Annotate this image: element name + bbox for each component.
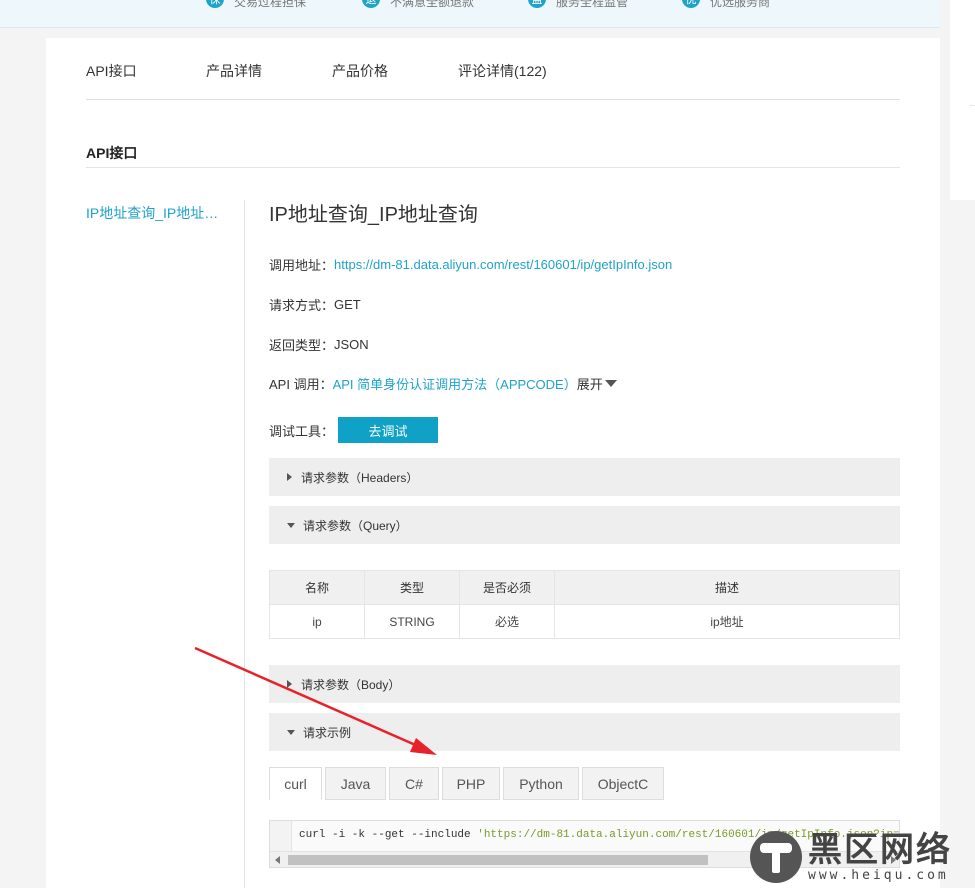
expand-toggle[interactable]: 展开 (577, 374, 603, 393)
guarantee-label: 交易过程担保 (234, 0, 307, 9)
debug-label: 调试工具： (269, 423, 335, 439)
guarantee-label: 优选服务商 (710, 0, 771, 9)
table-cell: ip (269, 604, 365, 639)
guarantee-icon: 监 (528, 0, 546, 8)
endpoint-url-link[interactable]: https://dm-81.data.aliyun.com/rest/16060… (334, 257, 672, 272)
tab-api[interactable]: API接口 (86, 61, 137, 81)
endpoint-label: 调用地址： (269, 258, 335, 273)
guarantee-item: 保 交易过程担保 (206, 0, 306, 12)
method-value: GET (334, 297, 361, 312)
return-type-row: 返回类型： JSON (269, 335, 369, 354)
language-tabs: curl Java C# PHP Python ObjectC (269, 767, 667, 800)
guarantee-item: 优 优选服务商 (682, 0, 770, 12)
guarantee-band: 保 交易过程担保 退 不满意全额退款 监 服务全程监管 优 优选服务商 (0, 0, 940, 28)
tab-php[interactable]: PHP (442, 767, 500, 800)
accordion-label: 请求参数（Query） (303, 518, 408, 533)
section-title: API接口 (86, 145, 138, 161)
caret-down-icon (287, 522, 295, 528)
debug-button[interactable]: 去调试 (338, 417, 439, 443)
product-card: API接口 产品详情 产品价格 评论详情(122) API接口 IP地址查询_I… (46, 38, 940, 888)
tab-product-price[interactable]: 产品价格 (332, 61, 388, 81)
tab-objectc[interactable]: ObjectC (582, 767, 664, 800)
endpoint-row: 调用地址： https://dm-81.data.aliyun.com/rest… (269, 255, 672, 274)
scroll-left-icon[interactable] (275, 856, 280, 864)
scrollbar-thumb[interactable] (288, 855, 708, 865)
divider (86, 167, 900, 168)
guarantee-item: 退 不满意全额退款 (362, 0, 474, 12)
divider (970, 105, 975, 106)
tab-product-details[interactable]: 产品详情 (206, 61, 262, 81)
column-header: 名称 (269, 570, 365, 605)
api-title: IP地址查询_IP地址查询 (269, 204, 478, 226)
return-type-label: 返回类型： (269, 338, 335, 353)
accordion-body[interactable]: 请求参数（Body） (269, 665, 900, 703)
column-header: 类型 (364, 570, 460, 605)
method-label: 请求方式： (269, 298, 335, 313)
accordion-label: 请求示例 (303, 725, 352, 740)
auth-method-link[interactable]: API 简单身份认证调用方法（APPCODE） (333, 374, 577, 393)
guarantee-icon: 优 (682, 0, 700, 8)
guarantee-label: 不满意全额退款 (390, 0, 475, 9)
divider (244, 200, 245, 888)
column-header: 是否必须 (459, 570, 555, 605)
right-side-panel (950, 0, 975, 200)
caret-right-icon (287, 473, 292, 481)
method-row: 请求方式： GET (269, 295, 361, 314)
guarantee-label: 服务全程监管 (556, 0, 629, 9)
accordion-example[interactable]: 请求示例 (269, 713, 900, 751)
product-tabs: API接口 产品详情 产品价格 评论详情(122) (86, 38, 900, 100)
table-cell: ip地址 (554, 604, 900, 639)
accordion-query[interactable]: 请求参数（Query） (269, 506, 900, 544)
tab-curl[interactable]: curl (269, 767, 322, 800)
accordion-headers[interactable]: 请求参数（Headers） (269, 458, 900, 496)
return-type-value: JSON (334, 337, 369, 352)
table-row: ip STRING 必选 ip地址 (269, 604, 900, 639)
guarantee-icon: 退 (362, 0, 380, 8)
code-gutter (270, 821, 292, 851)
sidebar-item-ip-query[interactable]: IP地址查询_IP地址查询 (86, 203, 226, 223)
watermark: 黑区网络 www.heiqu.com (750, 826, 975, 888)
table-cell: STRING (364, 604, 460, 639)
accordion-label: 请求参数（Headers） (301, 470, 419, 485)
guarantee-icon: 保 (206, 0, 224, 8)
code-command: curl -i -k --get --include (299, 829, 478, 841)
tab-csharp[interactable]: C# (389, 767, 439, 800)
guarantee-item: 监 服务全程监管 (528, 0, 628, 12)
watermark-title: 黑区网络 (808, 829, 952, 870)
caret-down-icon[interactable] (604, 380, 617, 387)
caret-down-icon (287, 729, 295, 735)
tab-reviews[interactable]: 评论详情(122) (458, 61, 547, 81)
accordion-label: 请求参数（Body） (301, 677, 401, 692)
query-params-table: 名称 类型 是否必须 描述 ip STRING 必选 ip地址 (269, 570, 900, 639)
watermark-logo-icon (750, 831, 802, 883)
tab-python[interactable]: Python (503, 767, 579, 800)
watermark-url: www.heiqu.com (808, 867, 949, 883)
api-call-label: API 调用： (269, 377, 333, 392)
table-header-row: 名称 类型 是否必须 描述 (269, 570, 900, 605)
tab-java[interactable]: Java (325, 767, 386, 800)
table-cell: 必选 (459, 604, 555, 639)
debug-row: 调试工具： 去调试 (269, 417, 439, 443)
caret-right-icon (287, 680, 292, 688)
api-call-row: API 调用： API 简单身份认证调用方法（APPCODE） 展开 (269, 374, 617, 393)
column-header: 描述 (554, 570, 900, 605)
